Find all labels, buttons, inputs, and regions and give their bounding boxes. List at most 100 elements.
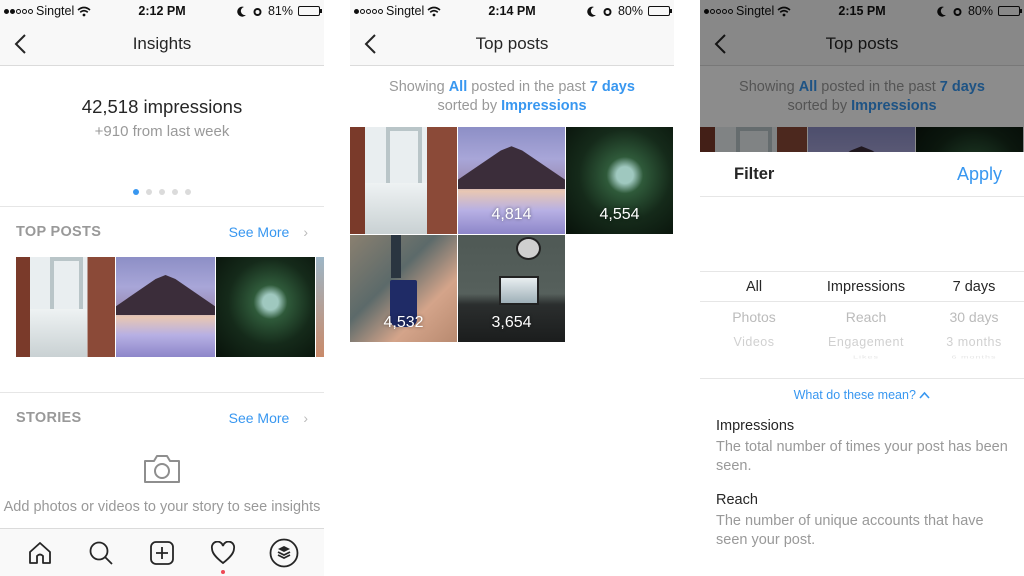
tab-add[interactable] (146, 537, 178, 569)
impressions-delta: +910 from last week (94, 123, 230, 140)
battery-icon (648, 6, 672, 16)
summary-text: Showing (389, 79, 445, 95)
summary-text: sorted by (437, 98, 498, 114)
post-tile[interactable]: 4,861 (350, 127, 457, 234)
tab-activity[interactable] (207, 537, 239, 574)
definition-term: Reach (716, 492, 758, 508)
modal-backdrop[interactable] (700, 0, 1024, 152)
alarm-icon (253, 7, 262, 16)
post-tile[interactable]: 3,654 (458, 235, 565, 342)
alarm-icon (603, 7, 612, 16)
carrier-name: Singtel (36, 4, 75, 18)
picker-option[interactable]: Photos (700, 302, 808, 332)
wifi-icon (77, 6, 91, 16)
tab-home[interactable] (24, 537, 56, 569)
page-title: Top posts (475, 34, 549, 53)
page-title: Insights (132, 34, 192, 53)
tab-search[interactable] (85, 537, 117, 569)
filter-summary: Showing All posted in the past 7 days so… (350, 66, 674, 127)
help-link-label: What do these mean? (793, 388, 916, 402)
status-bar: Singtel 2:14 PM 80% (350, 0, 674, 22)
bottom-tab-bar (0, 528, 324, 576)
picker-option[interactable]: Videos (700, 332, 808, 352)
battery-icon (298, 6, 322, 16)
picker-option[interactable]: Likes (808, 355, 924, 360)
chevron-right-icon: › (303, 224, 308, 240)
insights-screen: Singtel 2:12 PM 81% Insights 42,518 impr… (0, 0, 324, 576)
top-posts-see-more-link[interactable]: See More › (229, 224, 308, 240)
post-tile[interactable]: 4,554 (566, 127, 673, 234)
chevron-left-icon[interactable] (12, 32, 32, 56)
filter-screen: Singtel 2:15 PM 80% Top posts Showing Al… (700, 0, 1024, 576)
mountain-clouds-photo[interactable] (116, 257, 215, 357)
picker-option-selected[interactable]: 7 days (924, 272, 1024, 302)
forest-cave-photo[interactable] (216, 257, 315, 357)
picker-option-selected[interactable]: Impressions (808, 272, 924, 302)
filter-period-link[interactable]: 7 days (590, 79, 635, 95)
picker-option[interactable]: Engagement (808, 332, 924, 352)
tab-profile[interactable] (268, 537, 300, 569)
impressions-count: 42,518 impressions (81, 96, 243, 117)
chevron-left-icon[interactable] (362, 32, 382, 56)
chevron-up-icon (919, 391, 930, 399)
signal-strength-icon (354, 8, 383, 14)
post-impressions: 3,654 (491, 314, 532, 331)
filter-picker: All Photos Videos Impressions Reach Enga… (700, 271, 1024, 379)
search-icon (89, 541, 113, 565)
partial-photo[interactable] (316, 257, 324, 357)
signal-strength-icon (4, 8, 33, 14)
post-tile[interactable]: 4,532 (350, 235, 457, 342)
bridge-city-photo[interactable] (16, 257, 115, 357)
post-impressions: 4,532 (383, 314, 424, 331)
top-posts-header: TOP POSTS See More › (0, 207, 324, 257)
wifi-icon (427, 6, 441, 16)
filter-title: Filter (734, 164, 775, 183)
picker-option[interactable]: 6 months (924, 355, 1024, 360)
page-indicator[interactable] (0, 189, 324, 195)
nav-bar: Top posts (350, 22, 674, 66)
top-posts-title: TOP POSTS (16, 224, 102, 240)
notification-dot (220, 569, 225, 574)
apply-button[interactable]: Apply (957, 164, 1002, 185)
definition-impressions: Impressions The total number of times yo… (700, 418, 1024, 476)
type-picker-column[interactable]: All Photos Videos (700, 272, 808, 352)
picker-option[interactable]: Reach (808, 302, 924, 332)
top-bar: Singtel 2:12 PM 81% Insights (0, 0, 324, 66)
battery-percent: 80% (617, 4, 643, 18)
definition-text: The total number of times your post has … (716, 439, 1008, 474)
post-tile[interactable]: 4,814 (458, 127, 565, 234)
top-bar: Singtel 2:14 PM 80% Top posts (350, 0, 674, 66)
summary-text: posted in the past (471, 79, 586, 95)
filter-type-link[interactable]: All (449, 79, 468, 95)
heart-icon (210, 540, 235, 564)
carrier-name: Singtel (386, 4, 425, 18)
stories-title: STORIES (16, 410, 82, 426)
filter-sheet: Filter Apply All Photos Videos Impressio… (700, 152, 1024, 576)
nav-bar: Insights (0, 22, 324, 66)
definition-reach: Reach The number of unique accounts that… (700, 492, 1024, 550)
post-impressions: 4,814 (491, 206, 532, 223)
period-picker-column[interactable]: 7 days 30 days 3 months 6 months (924, 272, 1024, 362)
definition-term: Impressions (716, 418, 795, 434)
top-posts-strip[interactable] (0, 257, 324, 357)
moon-icon (587, 6, 596, 17)
layers-avatar-icon (269, 538, 298, 567)
stories-see-more-link[interactable]: See More › (229, 410, 308, 426)
see-more-label: See More (228, 410, 290, 426)
filter-sheet-header: Filter Apply (700, 152, 1024, 197)
picker-option-selected[interactable]: All (700, 272, 808, 302)
plus-square-icon (150, 540, 174, 565)
status-bar: Singtel 2:12 PM 81% (0, 0, 324, 22)
picker-option[interactable]: 3 months (924, 332, 1024, 352)
metric-picker-column[interactable]: Impressions Reach Engagement Likes (808, 272, 924, 362)
chevron-right-icon: › (303, 410, 308, 426)
help-link[interactable]: What do these mean? (700, 388, 1024, 402)
stories-header: STORIES See More › (0, 393, 324, 443)
battery-percent: 81% (267, 4, 293, 18)
posts-grid: 4,861 4,814 4,554 4,532 3,654 (350, 127, 674, 342)
top-posts-screen: Singtel 2:14 PM 80% Top posts Showing Al… (350, 0, 674, 576)
picker-option[interactable]: 30 days (924, 302, 1024, 332)
impressions-summary[interactable]: 42,518 impressions +910 from last week (0, 66, 324, 207)
home-icon (29, 541, 52, 564)
filter-metric-link[interactable]: Impressions (501, 98, 586, 114)
